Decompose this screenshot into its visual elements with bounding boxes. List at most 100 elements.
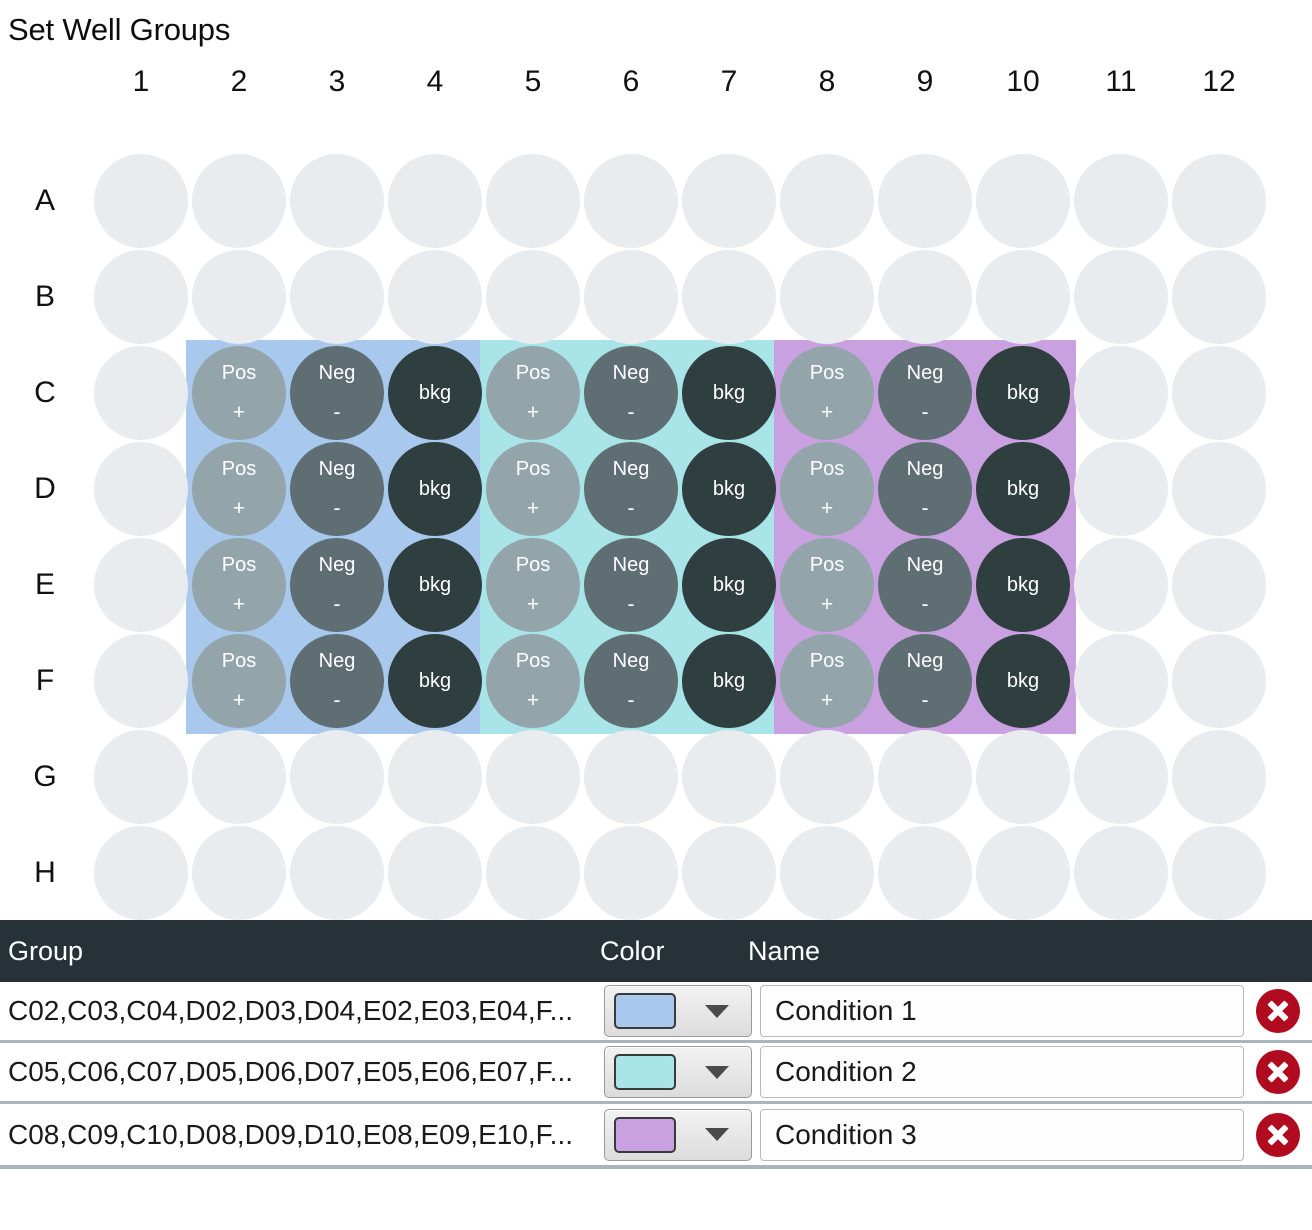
well-C05[interactable]: Pos+ xyxy=(486,346,580,440)
well-G05[interactable] xyxy=(486,730,580,824)
well-A09[interactable] xyxy=(878,154,972,248)
well-E01[interactable] xyxy=(94,538,188,632)
well-B08[interactable] xyxy=(780,250,874,344)
well-G09[interactable] xyxy=(878,730,972,824)
well-H04[interactable] xyxy=(388,826,482,920)
well-C10[interactable]: bkg xyxy=(976,346,1070,440)
well-D07[interactable]: bkg xyxy=(682,442,776,536)
well-H01[interactable] xyxy=(94,826,188,920)
well-C07[interactable]: bkg xyxy=(682,346,776,440)
well-C09[interactable]: Neg- xyxy=(878,346,972,440)
well-F02[interactable]: Pos+ xyxy=(192,634,286,728)
well-A01[interactable] xyxy=(94,154,188,248)
well-C01[interactable] xyxy=(94,346,188,440)
well-E07[interactable]: bkg xyxy=(682,538,776,632)
well-B04[interactable] xyxy=(388,250,482,344)
well-G10[interactable] xyxy=(976,730,1070,824)
group-name-input[interactable] xyxy=(760,1046,1244,1098)
group-name-input[interactable] xyxy=(760,1109,1244,1161)
well-C11[interactable] xyxy=(1074,346,1168,440)
well-B01[interactable] xyxy=(94,250,188,344)
well-E11[interactable] xyxy=(1074,538,1168,632)
well-A02[interactable] xyxy=(192,154,286,248)
well-E12[interactable] xyxy=(1172,538,1266,632)
well-D12[interactable] xyxy=(1172,442,1266,536)
well-A07[interactable] xyxy=(682,154,776,248)
well-H08[interactable] xyxy=(780,826,874,920)
well-D06[interactable]: Neg- xyxy=(584,442,678,536)
well-E10[interactable]: bkg xyxy=(976,538,1070,632)
well-E08[interactable]: Pos+ xyxy=(780,538,874,632)
well-C12[interactable] xyxy=(1172,346,1266,440)
well-A08[interactable] xyxy=(780,154,874,248)
well-A12[interactable] xyxy=(1172,154,1266,248)
well-E09[interactable]: Neg- xyxy=(878,538,972,632)
well-D05[interactable]: Pos+ xyxy=(486,442,580,536)
well-B05[interactable] xyxy=(486,250,580,344)
well-E04[interactable]: bkg xyxy=(388,538,482,632)
well-G06[interactable] xyxy=(584,730,678,824)
well-A03[interactable] xyxy=(290,154,384,248)
well-H05[interactable] xyxy=(486,826,580,920)
well-C02[interactable]: Pos+ xyxy=(192,346,286,440)
well-F12[interactable] xyxy=(1172,634,1266,728)
well-C04[interactable]: bkg xyxy=(388,346,482,440)
well-B06[interactable] xyxy=(584,250,678,344)
well-D02[interactable]: Pos+ xyxy=(192,442,286,536)
well-D09[interactable]: Neg- xyxy=(878,442,972,536)
well-F03[interactable]: Neg- xyxy=(290,634,384,728)
well-A05[interactable] xyxy=(486,154,580,248)
well-C08[interactable]: Pos+ xyxy=(780,346,874,440)
well-G02[interactable] xyxy=(192,730,286,824)
well-A10[interactable] xyxy=(976,154,1070,248)
well-B09[interactable] xyxy=(878,250,972,344)
well-B10[interactable] xyxy=(976,250,1070,344)
well-F09[interactable]: Neg- xyxy=(878,634,972,728)
well-A11[interactable] xyxy=(1074,154,1168,248)
well-B03[interactable] xyxy=(290,250,384,344)
well-H06[interactable] xyxy=(584,826,678,920)
well-A06[interactable] xyxy=(584,154,678,248)
well-D10[interactable]: bkg xyxy=(976,442,1070,536)
delete-circle-icon[interactable] xyxy=(1256,1050,1300,1094)
well-B07[interactable] xyxy=(682,250,776,344)
color-picker-dropdown[interactable] xyxy=(604,1046,752,1098)
well-E02[interactable]: Pos+ xyxy=(192,538,286,632)
well-G08[interactable] xyxy=(780,730,874,824)
delete-circle-icon[interactable] xyxy=(1256,989,1300,1033)
color-picker-dropdown[interactable] xyxy=(604,1109,752,1161)
well-H03[interactable] xyxy=(290,826,384,920)
well-H10[interactable] xyxy=(976,826,1070,920)
well-F08[interactable]: Pos+ xyxy=(780,634,874,728)
well-F05[interactable]: Pos+ xyxy=(486,634,580,728)
well-H12[interactable] xyxy=(1172,826,1266,920)
well-G07[interactable] xyxy=(682,730,776,824)
well-E06[interactable]: Neg- xyxy=(584,538,678,632)
well-H07[interactable] xyxy=(682,826,776,920)
well-C06[interactable]: Neg- xyxy=(584,346,678,440)
well-D04[interactable]: bkg xyxy=(388,442,482,536)
well-G03[interactable] xyxy=(290,730,384,824)
well-C03[interactable]: Neg- xyxy=(290,346,384,440)
well-E03[interactable]: Neg- xyxy=(290,538,384,632)
group-name-input[interactable] xyxy=(760,985,1244,1037)
well-F01[interactable] xyxy=(94,634,188,728)
well-D03[interactable]: Neg- xyxy=(290,442,384,536)
well-F10[interactable]: bkg xyxy=(976,634,1070,728)
well-G11[interactable] xyxy=(1074,730,1168,824)
delete-circle-icon[interactable] xyxy=(1256,1113,1300,1157)
well-E05[interactable]: Pos+ xyxy=(486,538,580,632)
color-picker-dropdown[interactable] xyxy=(604,985,752,1037)
well-B02[interactable] xyxy=(192,250,286,344)
well-D08[interactable]: Pos+ xyxy=(780,442,874,536)
well-F11[interactable] xyxy=(1074,634,1168,728)
well-plate[interactable]: 123456789101112 ABCDEFGH Pos+Neg-bkgPos+… xyxy=(0,60,1312,910)
well-A04[interactable] xyxy=(388,154,482,248)
well-D01[interactable] xyxy=(94,442,188,536)
well-G12[interactable] xyxy=(1172,730,1266,824)
well-F06[interactable]: Neg- xyxy=(584,634,678,728)
well-G04[interactable] xyxy=(388,730,482,824)
well-F07[interactable]: bkg xyxy=(682,634,776,728)
well-H02[interactable] xyxy=(192,826,286,920)
well-H09[interactable] xyxy=(878,826,972,920)
